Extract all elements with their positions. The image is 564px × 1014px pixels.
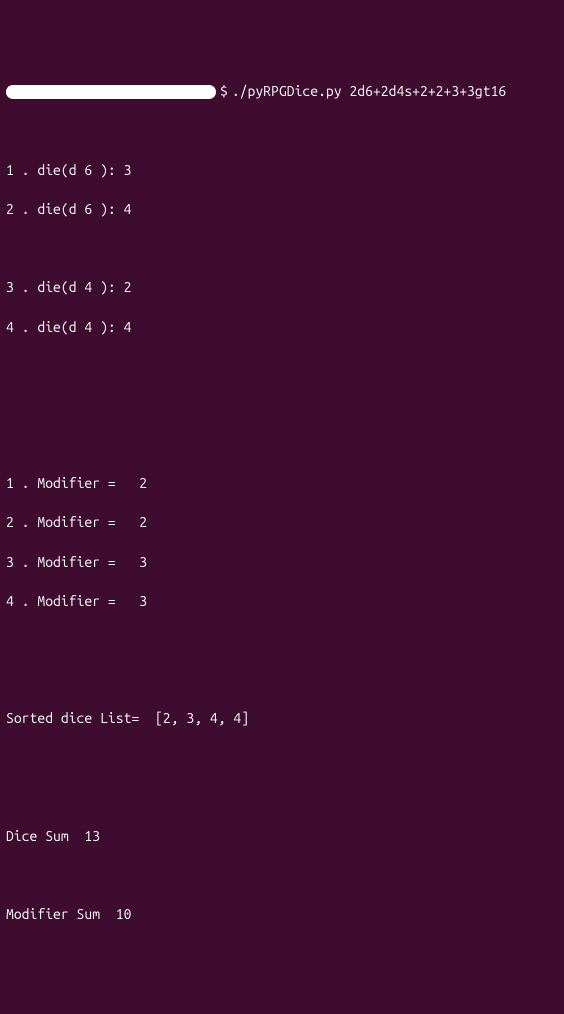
sorted-list-line: Sorted dice List= [2, 3, 4, 4] [6,709,558,729]
prompt-dollar: $ [220,82,228,102]
command-text: ./pyRPGDice.py 2d6+2d4s+2+2+3+3gt16 [232,82,506,102]
modifier-line: 3 . Modifier = 3 [6,553,558,573]
modifier-line: 1 . Modifier = 2 [6,474,558,494]
modifier-line: 4 . Modifier = 3 [6,592,558,612]
die-roll-line: 1 . die(d 6 ): 3 [6,161,558,181]
die-roll-line: 3 . die(d 4 ): 2 [6,278,558,298]
modifier-sum-line: Modifier Sum 10 [6,905,558,925]
prompt-line-1: $ ./pyRPGDice.py 2d6+2d4s+2+2+3+3gt16 [6,82,558,102]
modifier-line: 2 . Modifier = 2 [6,513,558,533]
die-roll-line: 4 . die(d 4 ): 4 [6,318,558,338]
redacted-user-host [6,85,216,99]
die-roll-line: 2 . die(d 6 ): 4 [6,200,558,220]
dice-sum-line: Dice Sum 13 [6,827,558,847]
